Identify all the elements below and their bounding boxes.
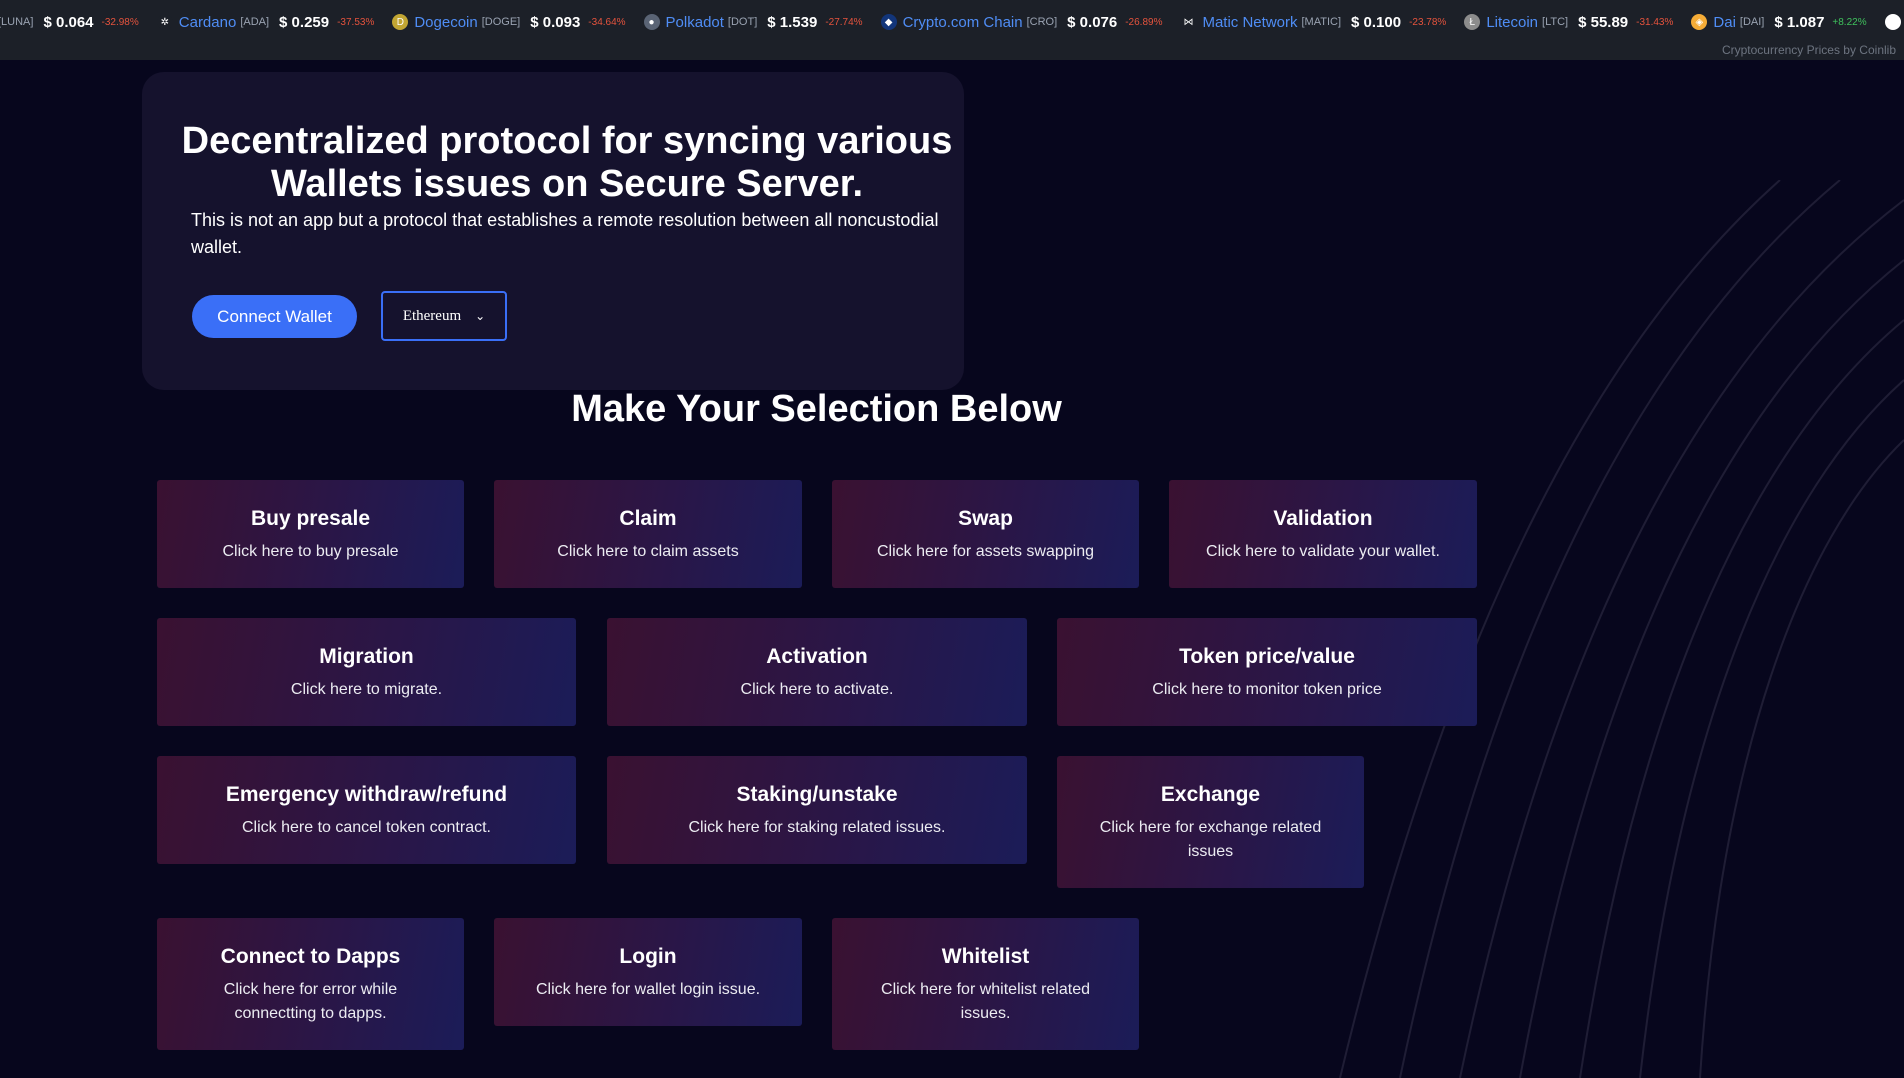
ticker-coin-symbol: [MATIC] — [1301, 16, 1342, 28]
card-description: Click here for assets swapping — [877, 543, 1094, 560]
ticker-coin-symbol: [CRO] — [1026, 16, 1058, 28]
ticker-coin-price: $ 0.259 — [279, 13, 330, 31]
ticker-coin-symbol: [DOGE] — [481, 16, 521, 28]
card-description: Click here to claim assets — [557, 543, 739, 560]
ticker-item[interactable]: ✲ Cardano [ADA] $ 0.259 -37.53% — [156, 13, 375, 31]
card-title: Staking/unstake — [736, 783, 898, 806]
ticker-coin-name[interactable]: Litecoin — [1486, 14, 1538, 31]
card-title: Token price/value — [1179, 645, 1355, 668]
ticker-coin-symbol: [DAI] — [1739, 16, 1765, 28]
ticker-coin-name[interactable]: Dai — [1713, 14, 1736, 31]
card-description: Click here for error while connectting t… — [223, 981, 398, 1022]
ticker-coin-symbol: [LUNA] — [0, 16, 34, 28]
card-emergency-withdraw[interactable]: Emergency withdraw/refund Click here to c… — [157, 756, 576, 864]
litecoin-icon: Ł — [1464, 14, 1481, 30]
ticker-coin-price: $ 0.064 — [43, 13, 94, 31]
card-description: Click here for staking related issues. — [688, 819, 946, 836]
ticker-coin-change: -32.98% — [101, 16, 139, 28]
card-title: Buy presale — [250, 507, 371, 530]
ticker-item[interactable]: ⋈ Matic Network [MATIC] $ 0.100 -23.78% — [1180, 14, 1446, 31]
card-description: Click here to validate your wallet. — [1206, 543, 1440, 560]
ticker-coin-change: -31.43% — [1636, 16, 1674, 28]
ticker-item[interactable]: ● Polkadot [DOT] $ 1.539 -27.74% — [643, 13, 863, 31]
card-title: Login — [619, 945, 677, 968]
network-select[interactable]: Ethereum ⌄ — [381, 291, 507, 341]
crypto-price-ticker: [LUNA] $ 0.064 -32.98% ✲ Cardano [ADA] $ 0.259… — [0, 0, 1904, 60]
card-whitelist[interactable]: Whitelist Click here for whitelist relate… — [832, 918, 1139, 1050]
ticker-item[interactable]: Ł Litecoin [LTC] $ 55.89 -31.43% — [1464, 14, 1673, 31]
ticker-item[interactable]: D Dogecoin [DOGE] $ 0.093 -34.64% — [392, 13, 626, 31]
ticker-coin-price: $ 1.539 — [767, 13, 818, 31]
ticker-coin-name[interactable]: Crypto.com Chain — [903, 14, 1023, 31]
ticker-credit[interactable]: Cryptocurrency Prices by Coinlib — [1722, 43, 1896, 57]
connect-wallet-button[interactable]: Connect Wallet — [192, 295, 357, 338]
card-description: Click here to buy presale — [222, 543, 399, 560]
card-staking[interactable]: Staking/unstake Click here for staking re… — [607, 756, 1027, 864]
ticker-coin-change: -27.74% — [825, 16, 863, 28]
card-buy-presale[interactable]: Buy presale Click here to buy presale — [157, 480, 464, 588]
card-title: Whitelist — [941, 945, 1030, 968]
network-select-value: Ethereum — [402, 307, 462, 324]
card-description: Click here to migrate. — [290, 681, 443, 698]
card-swap[interactable]: Swap Click here for assets swapping — [832, 480, 1139, 588]
card-activation[interactable]: Activation Click here to activate. — [607, 618, 1027, 726]
ticker-item[interactable]: ◆ Crypto.com Chain [CRO] $ 0.076 -26.89% — [880, 13, 1163, 31]
hero-subtitle: This is not an app but a protocol that e… — [191, 210, 939, 257]
card-description: Click here for whitelist related issues. — [881, 981, 1090, 1022]
ticker-coin-name[interactable]: Dogecoin — [414, 14, 477, 31]
ticker-coin-name[interactable]: Cardano — [179, 14, 237, 31]
ticker-row: [LUNA] $ 0.064 -32.98% ✲ Cardano [ADA] $ 0.259… — [0, 10, 1904, 34]
polkadot-icon: ● — [643, 14, 660, 30]
dai-icon: ◈ — [1691, 14, 1708, 30]
matic-icon: ⋈ — [1180, 14, 1197, 30]
card-migration[interactable]: Migration Click here to migrate. — [157, 618, 576, 726]
card-description: Click here to monitor token price — [1152, 681, 1382, 698]
card-exchange[interactable]: Exchange Click here for exchange related … — [1057, 756, 1364, 888]
card-title: Emergency withdraw/refund — [225, 783, 508, 806]
ticker-coin-price: $ 55.89 — [1578, 13, 1629, 31]
ticker-item[interactable]: [LUNA] $ 0.064 -32.98% — [0, 14, 139, 31]
card-title: Swap — [958, 507, 1013, 530]
ticker-coin-name[interactable]: Polkadot — [666, 14, 724, 31]
ticker-coin-price: $ 0.076 — [1067, 13, 1118, 31]
cardano-icon: ✲ — [156, 14, 173, 30]
ticker-item[interactable]: ◈ Dai [DAI] $ 1.087 +8.22% — [1691, 13, 1867, 31]
ticker-coin-price: $ 0.100 — [1351, 13, 1402, 31]
card-token-price[interactable]: Token price/value Click here to monitor t… — [1057, 618, 1477, 726]
card-title: Claim — [619, 507, 677, 530]
card-title: Connect to Dapps — [220, 945, 401, 968]
dogecoin-icon: D — [392, 14, 409, 30]
section-title: Make Your Selection Below — [571, 388, 1062, 430]
ticker-coin-price: $ 1.087 — [1774, 13, 1825, 31]
card-title: Exchange — [1160, 783, 1261, 806]
cro-icon: ◆ — [880, 14, 897, 30]
card-validation[interactable]: Validation Click here to validate your wa… — [1169, 480, 1477, 588]
ticker-coin-change: +8.22% — [1832, 16, 1867, 28]
card-connect-dapps[interactable]: Connect to Dapps Click here for error whi… — [157, 918, 464, 1050]
card-login[interactable]: Login Click here for wallet login issue. — [494, 918, 802, 1026]
card-description: Click here to activate. — [740, 681, 894, 698]
card-claim[interactable]: Claim Click here to claim assets — [494, 480, 802, 588]
ticker-coin-symbol: [LTC] — [1542, 16, 1569, 28]
hero-title-line-2: Wallets issues on Secure Server. — [270, 163, 864, 205]
chainlink-icon — [1884, 14, 1901, 30]
ticker-item[interactable]: ChainLink — [1884, 14, 1904, 31]
card-description: Click here for exchange related issues — [1099, 819, 1322, 860]
card-description: Click here to cancel token contract. — [241, 819, 491, 836]
card-title: Activation — [766, 645, 868, 668]
hero-title: Decentralized protocol for syncing vario… — [160, 120, 974, 206]
ticker-coin-price: $ 0.093 — [530, 13, 581, 31]
ticker-coin-change: -37.53% — [337, 16, 375, 28]
ticker-coin-change: -34.64% — [588, 16, 626, 28]
card-title: Migration — [319, 645, 414, 668]
card-title: Validation — [1273, 507, 1373, 530]
ticker-coin-change: -26.89% — [1125, 16, 1163, 28]
ticker-coin-symbol: [DOT] — [727, 16, 758, 28]
card-description: Click here for wallet login issue. — [535, 981, 761, 998]
ticker-coin-change: -23.78% — [1409, 16, 1447, 28]
ticker-coin-name[interactable]: Matic Network — [1202, 14, 1297, 31]
hero-title-line-1: Decentralized protocol for syncing vario… — [181, 120, 953, 162]
ticker-coin-symbol: [ADA] — [240, 16, 270, 28]
chevron-down-icon: ⌄ — [475, 309, 486, 323]
